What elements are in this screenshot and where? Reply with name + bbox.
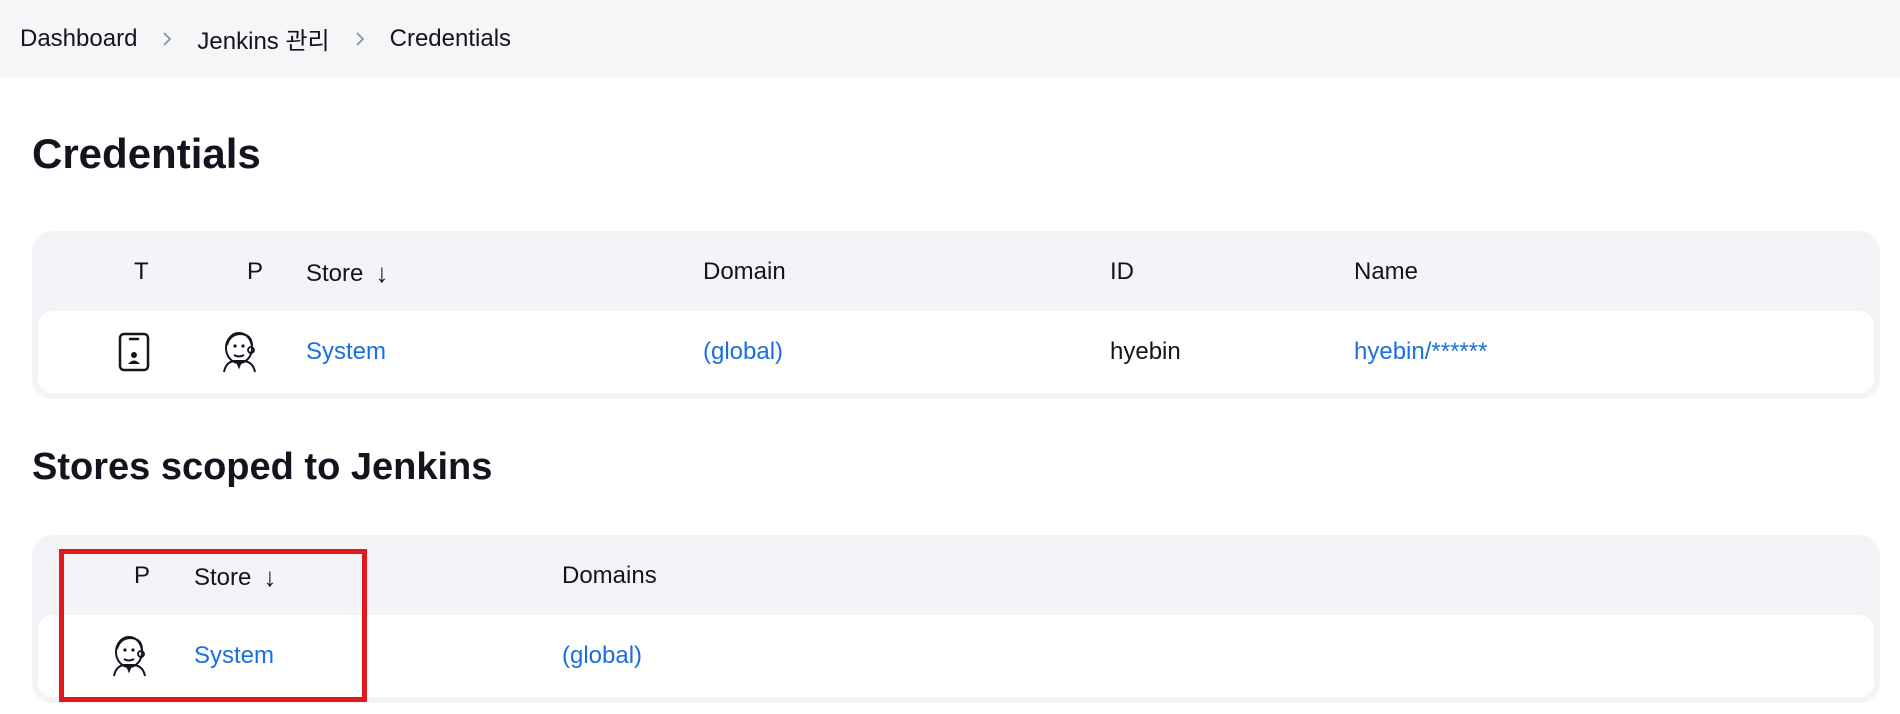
- header-name[interactable]: Name: [1354, 258, 1418, 286]
- chevron-right-icon: [137, 31, 197, 46]
- breadcrumb-credentials[interactable]: Credentials: [390, 25, 511, 53]
- mobile-device-icon: [118, 311, 150, 393]
- highlight-box: [59, 549, 367, 702]
- jenkins-butler-icon: [220, 311, 260, 393]
- section-title: Stores scoped to Jenkins: [32, 446, 493, 488]
- domain-link[interactable]: (global): [703, 311, 783, 393]
- credentials-table: T P Store ↓ Domain ID Name System (globa…: [32, 231, 1880, 399]
- page-title: Credentials: [32, 130, 261, 177]
- domains-link[interactable]: (global): [562, 615, 642, 697]
- credential-name-link[interactable]: hyebin/******: [1354, 311, 1487, 393]
- header-type[interactable]: T: [134, 258, 149, 286]
- header-id[interactable]: ID: [1110, 258, 1134, 286]
- header-domains[interactable]: Domains: [562, 562, 657, 590]
- store-link[interactable]: System: [306, 311, 386, 393]
- breadcrumb-jenkins-manage[interactable]: Jenkins 관리: [197, 21, 329, 56]
- table-header: T P Store ↓ Domain ID Name: [32, 231, 1880, 311]
- sort-down-arrow-icon: ↓: [375, 258, 389, 288]
- chevron-right-icon: [330, 31, 390, 46]
- breadcrumb-dashboard[interactable]: Dashboard: [20, 25, 137, 53]
- table-row: System (global) hyebin hyebin/******: [38, 311, 1874, 393]
- header-store[interactable]: Store ↓: [306, 258, 388, 289]
- credential-id: hyebin: [1110, 338, 1181, 365]
- header-domain[interactable]: Domain: [703, 258, 786, 286]
- header-provider[interactable]: P: [247, 258, 263, 286]
- breadcrumb: Dashboard Jenkins 관리 Credentials: [0, 0, 1900, 77]
